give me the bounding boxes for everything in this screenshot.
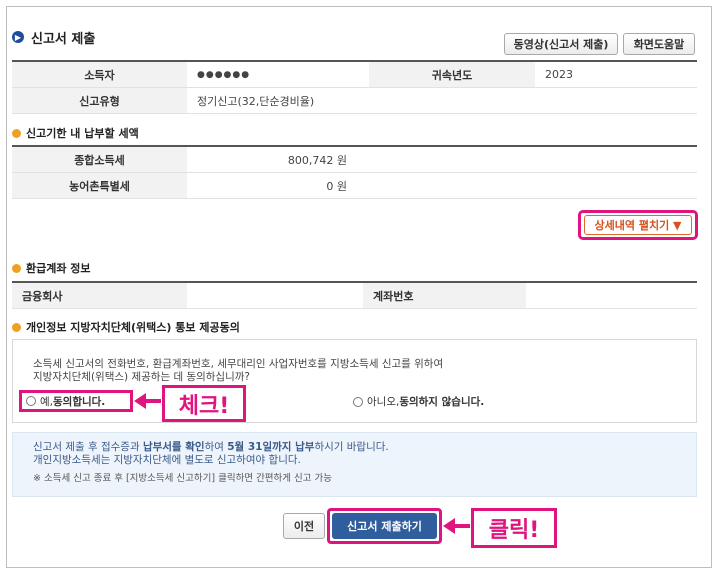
filing-type-value: 정기신고(32,단순경비율) — [187, 87, 697, 114]
refund-account-table: 금융회사 계좌번호 — [12, 281, 697, 309]
arrow-left-icon — [443, 518, 455, 534]
income-tax-value: 800,742 원 — [187, 146, 359, 173]
page-title: 신고서 제출 — [31, 31, 96, 47]
arrow-left-icon — [134, 393, 146, 409]
name-value: ●●●●●● — [187, 61, 369, 88]
refund-section-title: 환급계좌 정보 — [12, 260, 91, 276]
submit-return-button[interactable]: 신고서 제출하기 — [332, 513, 437, 539]
filing-type-label: 신고유형 — [12, 87, 187, 114]
rural-tax-label: 농어촌특별세 — [12, 172, 187, 199]
year-label: 귀속년도 — [369, 61, 535, 88]
consent-section-title: 개인정보 지방자치단체(위택스) 통보 제공동의 — [12, 319, 240, 335]
income-tax-label: 종합소득세 — [12, 146, 187, 173]
bank-value — [187, 282, 363, 309]
notice-text: 신고서 제출 후 접수증과 납부서를 확인하여 5월 31일까지 납부하시기 바… — [33, 441, 389, 485]
tax-due-section-title: 신고기한 내 납부할 세액 — [12, 125, 139, 141]
agree-option[interactable]: 예, 동의합니다. — [19, 390, 133, 412]
bullet-icon — [12, 322, 21, 332]
notice-line-3: ※ 소득세 신고 종료 후 [지방소득세 신고하기] 클릭하면 간편하게 신고 … — [33, 473, 333, 484]
check-callout: 체크! — [162, 385, 246, 422]
click-callout: 클릭! — [471, 508, 557, 548]
expand-details-button[interactable]: 상세내역 펼치기 ▼ — [584, 215, 692, 235]
title-row: ▶ 신고서 제출 — [12, 27, 95, 47]
year-value: 2023 — [535, 61, 697, 88]
tax-due-table: 종합소득세 800,742 원 농어촌특별세 0 원 — [12, 145, 697, 199]
agree-radio[interactable] — [26, 396, 36, 406]
notice-line-2: 개인지방소득세는 지방자치단체에 별도로 신고하여야 합니다. — [33, 454, 301, 466]
rural-tax-value: 0 원 — [187, 172, 359, 199]
video-guide-button[interactable]: 동영상(신고서 제출) — [504, 33, 618, 55]
bullet-icon — [12, 128, 21, 138]
bank-label: 금융회사 — [12, 282, 187, 309]
notice-line-1: 신고서 제출 후 접수증과 납부서를 확인하여 5월 31일까지 납부하시기 바… — [33, 441, 389, 453]
account-label: 계좌번호 — [363, 282, 526, 309]
arrow-circle-icon: ▶ — [12, 31, 24, 43]
disagree-option[interactable]: 아니오, 동의하지 않습니다. — [353, 394, 484, 409]
name-label: 소득자 — [12, 61, 187, 88]
disagree-radio[interactable] — [353, 396, 363, 407]
consent-question: 소득세 신고서의 전화번호, 환급계좌번호, 세무대리인 사업자번호를 지방소득… — [33, 358, 444, 383]
bullet-icon — [12, 263, 21, 273]
taxpayer-info-table: 소득자 ●●●●●● 귀속년도 2023 신고유형 정기신고(32,단순경비율) — [12, 60, 697, 114]
account-value — [526, 282, 697, 309]
previous-button[interactable]: 이전 — [283, 513, 325, 539]
screen-help-button[interactable]: 화면도움말 — [623, 33, 695, 55]
